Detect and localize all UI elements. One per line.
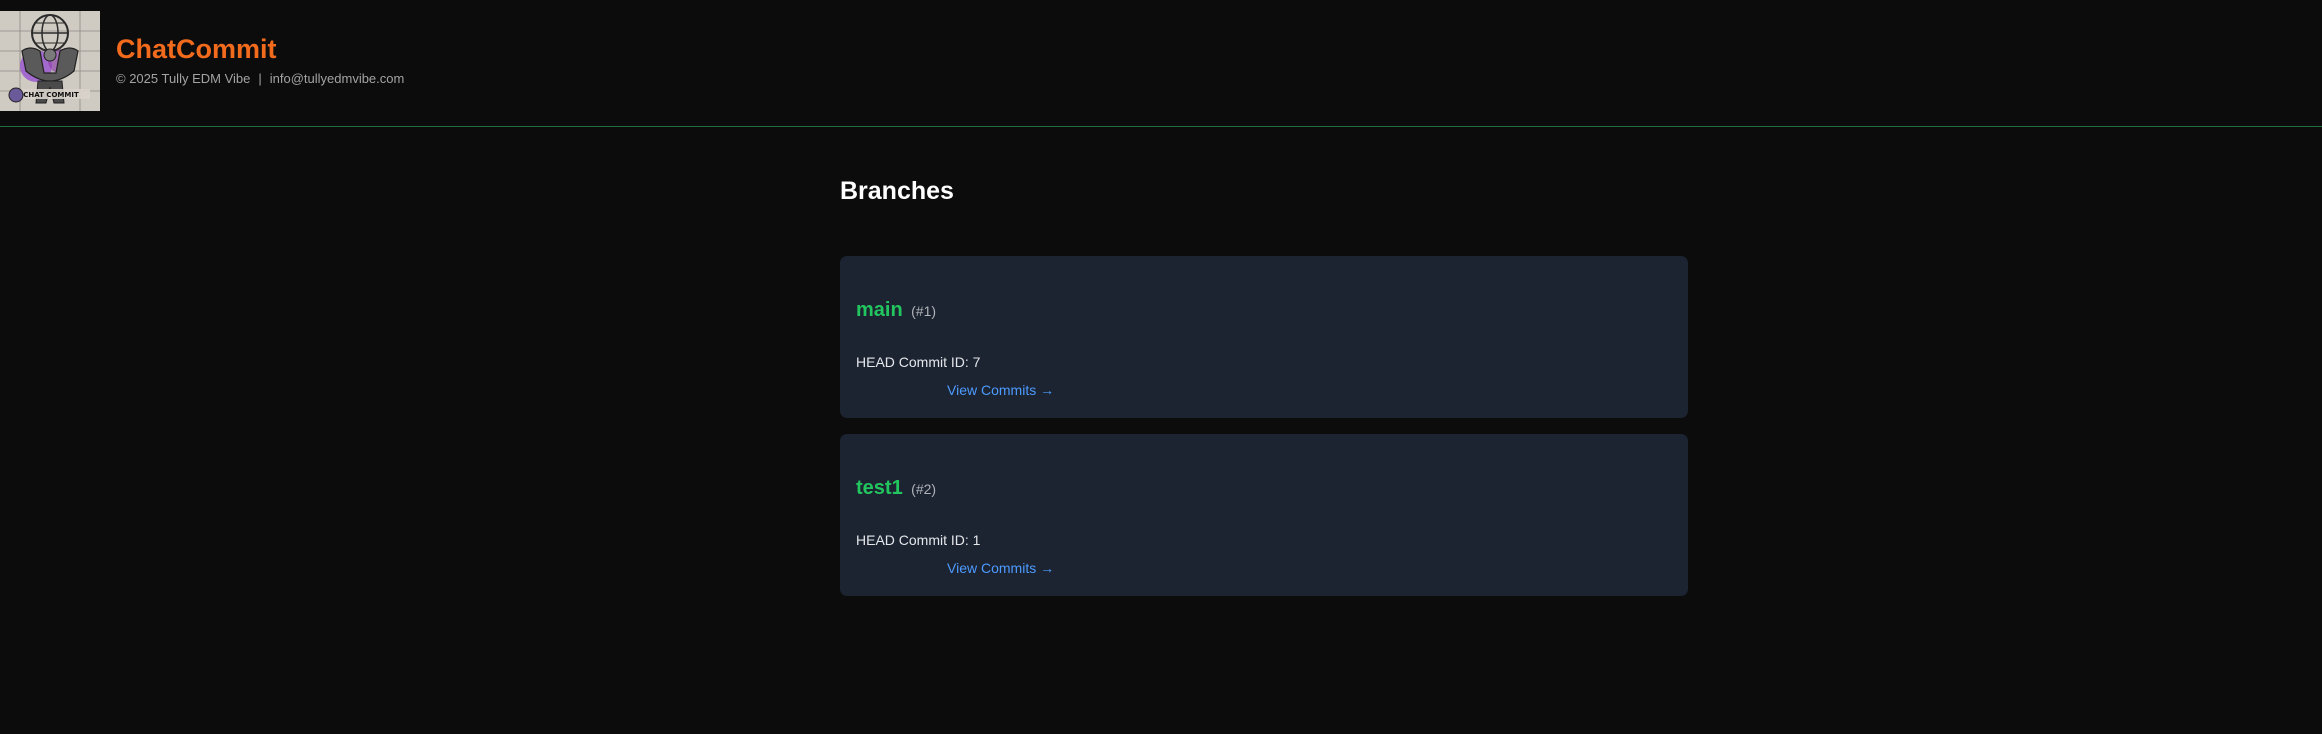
branch-heading: main (#1)	[856, 300, 936, 320]
contact-email[interactable]: info@tullyedmvibe.com	[270, 71, 405, 86]
branch-name: test1	[856, 477, 903, 499]
svg-text:CHAT COMMIT: CHAT COMMIT	[23, 91, 79, 99]
branch-card: test1 (#2) HEAD Commit ID: 1 View Commit…	[840, 434, 1688, 596]
view-commits-link[interactable]: View Commits →	[947, 383, 1054, 397]
branch-name: main	[856, 299, 903, 321]
head-commit-id: HEAD Commit ID: 1	[856, 532, 981, 548]
copyright-line: © 2025 Tully EDM Vibe | info@tullyedmvibe.…	[116, 72, 404, 85]
page-title: Branches	[840, 177, 954, 205]
separator: |	[258, 71, 262, 86]
logo-illustration: CHAT COMMIT	[0, 11, 100, 111]
chatcommit-logo[interactable]: CHAT COMMIT	[0, 11, 100, 111]
branch-list: main (#1) HEAD Commit ID: 7 View Commits…	[840, 256, 1688, 612]
brand-title[interactable]: ChatCommit	[116, 36, 277, 63]
copyright-text: © 2025 Tully EDM Vibe	[116, 71, 251, 86]
branch-heading: test1 (#2)	[856, 478, 936, 498]
branch-card: main (#1) HEAD Commit ID: 7 View Commits…	[840, 256, 1688, 418]
site-header: CHAT COMMIT ChatCommit © 2025 Tully EDM …	[0, 0, 2322, 127]
view-commits-link[interactable]: View Commits →	[947, 561, 1054, 575]
branch-number: (#2)	[911, 481, 937, 497]
head-commit-id: HEAD Commit ID: 7	[856, 354, 981, 370]
branch-number: (#1)	[911, 303, 937, 319]
